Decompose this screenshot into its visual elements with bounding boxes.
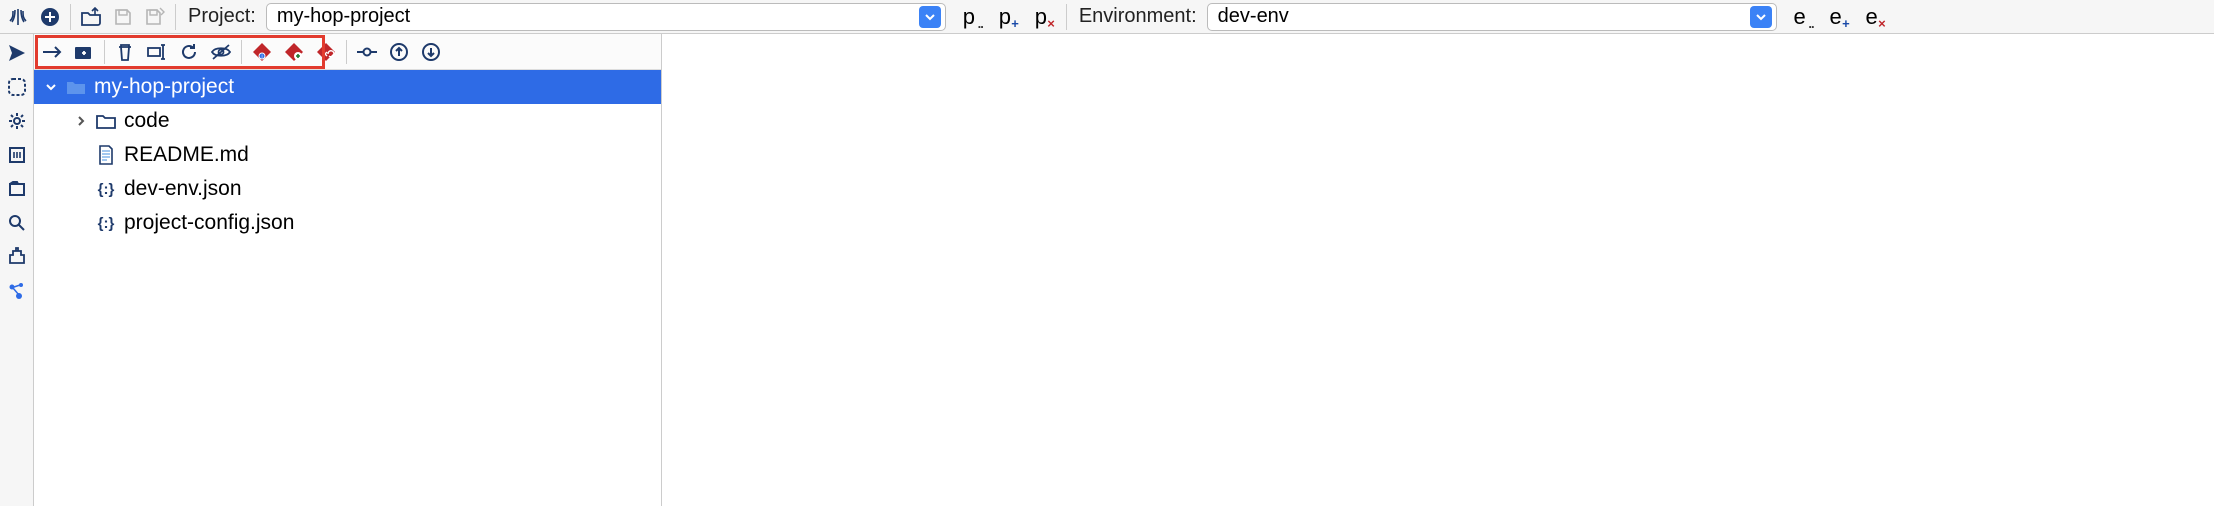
project-actions: p.. p+ p× (950, 3, 1060, 31)
project-edit-icon[interactable]: p.. (954, 3, 984, 31)
separator (1066, 4, 1067, 30)
tree-item-file[interactable]: {:} project-config.json (34, 206, 661, 240)
tree-root-label: my-hop-project (94, 75, 234, 99)
open-icon[interactable] (77, 3, 105, 31)
workflow-icon[interactable] (4, 74, 30, 100)
env-edit-icon[interactable]: e.. (1785, 3, 1815, 31)
open-arrow-icon[interactable] (38, 38, 66, 66)
git-revert-icon[interactable] (312, 38, 340, 66)
top-toolbar: Project: my-hop-project p.. p+ p× Enviro… (0, 0, 2214, 34)
refresh-icon[interactable] (175, 38, 203, 66)
git-info-icon[interactable]: i (248, 38, 276, 66)
document-icon (96, 145, 116, 165)
separator (70, 4, 71, 30)
project-label: Project: (182, 5, 262, 28)
tree-item-label: code (124, 109, 170, 133)
tree-root[interactable]: my-hop-project (34, 70, 661, 104)
separator (175, 4, 176, 30)
env-add-icon[interactable]: e+ (1821, 3, 1851, 31)
rename-icon[interactable] (143, 38, 171, 66)
project-select[interactable]: my-hop-project (266, 3, 946, 31)
git-push-icon[interactable] (385, 38, 413, 66)
tree-item-label: project-config.json (124, 211, 294, 235)
git-add-icon[interactable] (280, 38, 308, 66)
metadata-icon[interactable] (4, 142, 30, 168)
chevron-down-icon (1750, 6, 1772, 28)
json-icon: {:} (96, 179, 116, 199)
separator (346, 40, 347, 64)
environment-label: Environment: (1073, 5, 1203, 28)
hide-icon[interactable] (207, 38, 235, 66)
save-icon (109, 3, 137, 31)
chevron-down-icon (919, 6, 941, 28)
tree-item-file[interactable]: README.md (34, 138, 661, 172)
environment-select-value: dev-env (1218, 5, 1742, 28)
chevron-right-icon[interactable] (74, 115, 88, 127)
git-pull-icon[interactable] (417, 38, 445, 66)
new-icon[interactable] (36, 3, 64, 31)
separator (104, 40, 105, 64)
perspective-strip (0, 34, 34, 506)
save-as-icon (141, 3, 169, 31)
explorer-toolbar: i (34, 34, 661, 70)
git-commit-icon[interactable] (353, 38, 381, 66)
environment-select[interactable]: dev-env (1207, 3, 1777, 31)
neo4j-icon[interactable] (4, 278, 30, 304)
tree-item-file[interactable]: {:} dev-env.json (34, 172, 661, 206)
file-explorer-panel: i (34, 34, 662, 506)
new-folder-icon[interactable] (70, 38, 98, 66)
folder-icon (66, 77, 86, 97)
gear-icon[interactable] (4, 108, 30, 134)
file-tree[interactable]: my-hop-project code README.md (34, 70, 661, 506)
project-add-icon[interactable]: p+ (990, 3, 1020, 31)
json-icon: {:} (96, 213, 116, 233)
tree-item-label: README.md (124, 143, 249, 167)
run-location-icon[interactable] (4, 40, 30, 66)
explorer-icon[interactable] (4, 176, 30, 202)
folder-icon (96, 111, 116, 131)
environment-actions: e.. e+ e× (1781, 3, 1891, 31)
project-delete-icon[interactable]: p× (1026, 3, 1056, 31)
search-icon[interactable] (4, 210, 30, 236)
separator (241, 40, 242, 64)
svg-text:i: i (261, 54, 262, 60)
plugin-icon[interactable] (4, 244, 30, 270)
project-select-value: my-hop-project (277, 5, 911, 28)
tree-item-label: dev-env.json (124, 177, 242, 201)
tree-item-folder[interactable]: code (34, 104, 661, 138)
env-delete-icon[interactable]: e× (1857, 3, 1887, 31)
editor-area (662, 34, 2214, 506)
chevron-down-icon[interactable] (44, 81, 58, 93)
hop-icon[interactable] (4, 3, 32, 31)
delete-icon[interactable] (111, 38, 139, 66)
